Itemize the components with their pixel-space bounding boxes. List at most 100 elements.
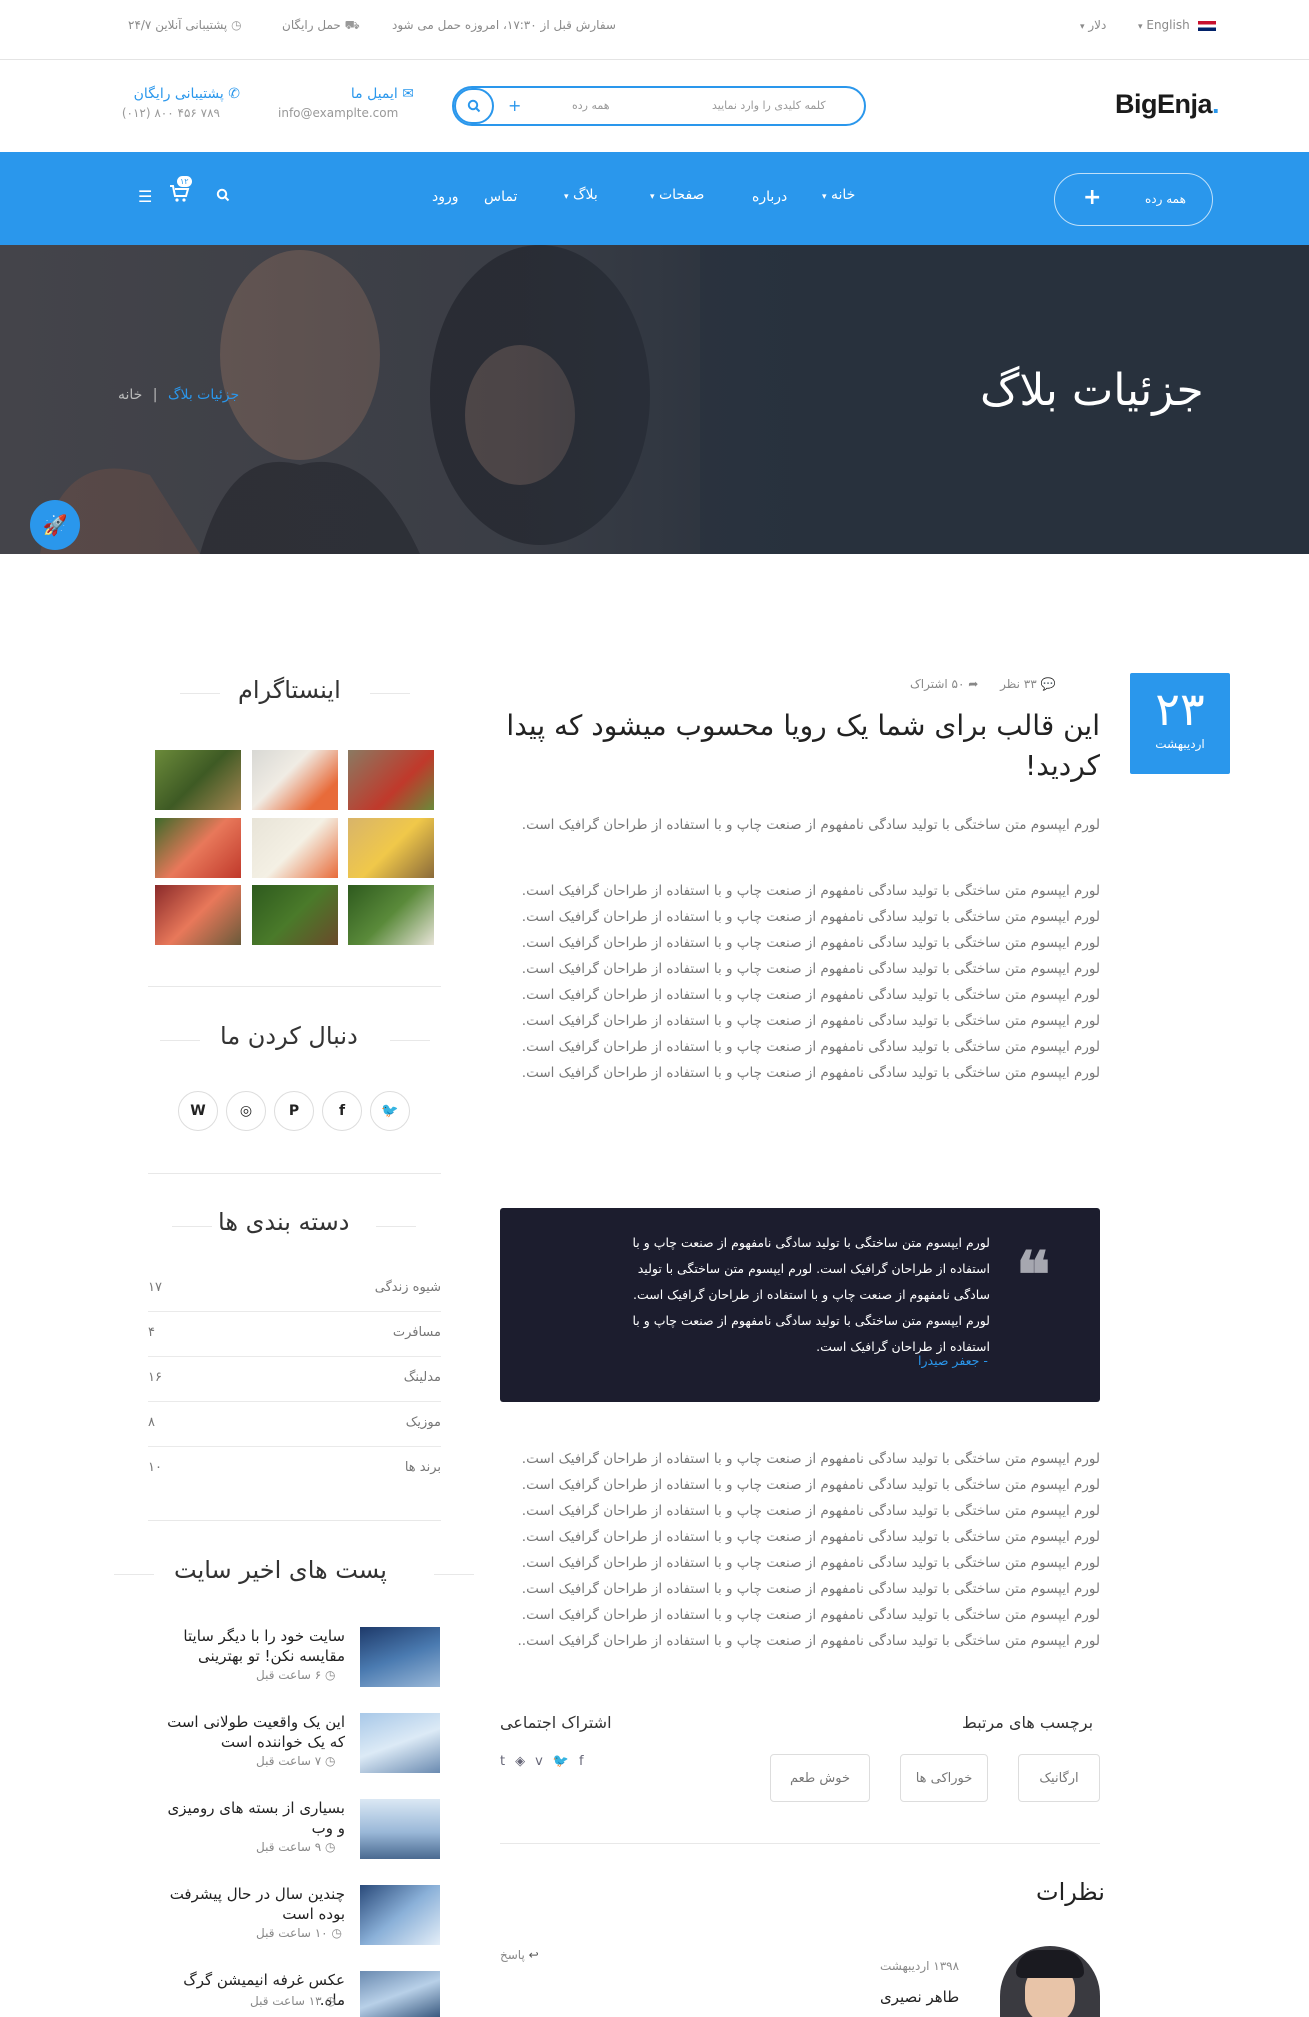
instagram-photo[interactable] [348,885,434,945]
instagram-button[interactable]: ◎ [226,1091,266,1131]
facebook-icon[interactable]: f [579,1754,594,1769]
divider [180,693,220,694]
nav-item-contact[interactable]: تماس [484,189,517,205]
instagram-photo[interactable] [252,885,338,945]
instagram-grid [155,750,435,945]
instagram-photo[interactable] [155,818,241,878]
clock-icon: ◷ [331,1926,342,1940]
recent-post-thumb[interactable] [360,1885,440,1945]
instagram-photo[interactable] [252,818,338,878]
instagram-photo[interactable] [348,750,434,810]
plus-icon[interactable]: + [508,96,521,115]
topbar: ۲۴/۷ پشتیبانی آنلاین ◷ حمل رایگان ⛟ سفار… [0,0,1309,60]
phone-value: (۰۱۲) ۸۰۰ ۴۵۶ ۷۸۹ [121,106,220,120]
cart-button[interactable]: ۱۲ [168,176,192,208]
recent-post-thumb[interactable] [360,1971,440,2017]
all-categories-button[interactable]: + همه رده [1054,173,1213,226]
tumblr-icon[interactable]: t [500,1754,515,1769]
category-count: ۱۰ [148,1460,162,1475]
instagram-photo[interactable] [155,750,241,810]
instagram-title: اینستاگرام [238,676,341,704]
currency-label: دلار [1088,18,1107,32]
recent-post-thumb[interactable] [360,1713,440,1773]
nav-item-about[interactable]: درباره [752,189,787,205]
wordpress-button[interactable]: W [178,1091,218,1131]
comment-author: طاهر نصیری [880,1988,960,2006]
category-name: برند ها [404,1460,441,1475]
instagram-photo[interactable] [155,885,241,945]
tag-food[interactable]: خوراکی ها [900,1754,988,1802]
tag-tasty[interactable]: خوش طعم [770,1754,870,1802]
tag-organic[interactable]: ارگانیک [1018,1754,1100,1802]
quote-text: لورم ایپسوم متن ساختگی با تولید سادگی نا… [632,1235,990,1354]
category-row[interactable]: ۸ موزیک [148,1402,441,1447]
nav-item-login[interactable]: ورود [432,189,459,205]
post-paragraph-1: لورم ایپسوم متن ساختگی با تولید سادگی نا… [521,817,1100,833]
breadcrumb-home[interactable]: خانه [118,387,142,403]
category-name: موزیک [405,1415,441,1430]
divider [390,1040,430,1041]
hamburger-icon[interactable]: ☰ [138,187,152,206]
nav-search-button[interactable] [216,187,230,206]
recent-post-title[interactable]: بسیاری از بسته های رومیزی و وب [160,1798,345,1838]
recent-post-title[interactable]: چندین سال در حال پیشرفت بوده است [160,1884,345,1924]
instagram-photo[interactable] [252,750,338,810]
recent-post-thumb[interactable] [360,1799,440,1859]
nav-item-pages[interactable]: ▾ صفحات [650,187,704,203]
recent-post-time-text: ۶ ساعت قبل [256,1668,322,1682]
clock-icon: ◷ [231,18,242,32]
instagram-photo[interactable] [348,818,434,878]
nav-item-blog[interactable]: ▾ بلاگ [564,187,598,203]
cart-count-badge: ۱۲ [177,176,192,187]
free-shipping-text: حمل رایگان [282,18,341,32]
divider [148,1520,441,1521]
vine-icon[interactable]: v [535,1754,553,1769]
search-category[interactable]: همه رده [572,99,610,112]
breadcrumb: جزئیات بلاگ | خانه [118,387,239,403]
category-row[interactable]: ۱۰ برند ها [148,1447,441,1492]
nav-item-pages-label: صفحات [658,187,705,203]
search-icon [216,188,230,202]
category-row[interactable]: ۴ مسافرت [148,1312,441,1357]
language-label: English [1146,18,1190,32]
category-row[interactable]: ۱۶ مدلینگ [148,1357,441,1402]
category-row[interactable]: ۱۷ شیوه زندگی [148,1267,441,1312]
reply-label: پاسخ [500,1948,525,1962]
facebook-button[interactable]: f [322,1091,362,1131]
post-shares-count: ۵۰ اشتراک [910,677,965,691]
reply-button[interactable]: پاسخ ↩ [500,1948,539,1962]
recent-posts-title: پست های اخیر سایت [174,1556,387,1584]
twitter-icon[interactable]: 🐦 [553,1754,579,1769]
recent-post-time: ◷ ۷ ساعت قبل [256,1754,336,1768]
divider [114,1574,154,1575]
facebook-icon: f [338,1103,346,1119]
layers-icon[interactable]: ◈ [515,1754,535,1769]
free-shipping: حمل رایگان ⛟ [282,18,360,34]
search-button[interactable] [454,88,494,124]
uk-flag-icon [1197,20,1216,31]
quote-author[interactable]: - جعفر صیدرا [918,1353,988,1368]
currency-select[interactable]: دلار ▾ [1080,18,1106,32]
recent-post-thumb[interactable] [360,1627,440,1687]
logo-dot: . [1212,89,1220,119]
nav-item-home[interactable]: ▾ خانه [822,187,855,203]
pinterest-button[interactable]: P [274,1091,314,1131]
divider [500,1843,1100,1844]
twitter-button[interactable]: 🐦 [370,1091,410,1131]
logo[interactable]: BigEnja. [1115,89,1220,120]
search-input[interactable]: کلمه کلیدی را وارد نمایید [712,99,826,112]
divider [148,986,441,987]
language-select[interactable]: ▾ English [1138,18,1216,32]
divider [434,1574,474,1575]
post-comments-count: ۳۳ نظر [1000,677,1037,691]
instagram-icon: ◎ [239,1103,253,1119]
support-247-text: ۲۴/۷ پشتیبانی آنلاین [128,18,228,32]
recent-post-title[interactable]: سایت خود را با دیگر سایتا مقایسه نکن! تو… [160,1626,345,1666]
envelope-icon: ✉ [402,86,414,102]
chevron-down-icon: ▾ [1138,22,1143,32]
phone-block: ✆ پشتیبانی رایگان (۰۱۲) ۸۰۰ ۴۵۶ ۷۸۹ [120,86,240,120]
recent-post-title[interactable]: این یک واقعیت طولانی است که یک خواننده ا… [160,1712,345,1752]
rocket-icon: 🚀 [42,513,68,537]
clock-icon: ◷ [325,1668,336,1682]
scroll-top-button[interactable]: 🚀 [30,500,80,550]
